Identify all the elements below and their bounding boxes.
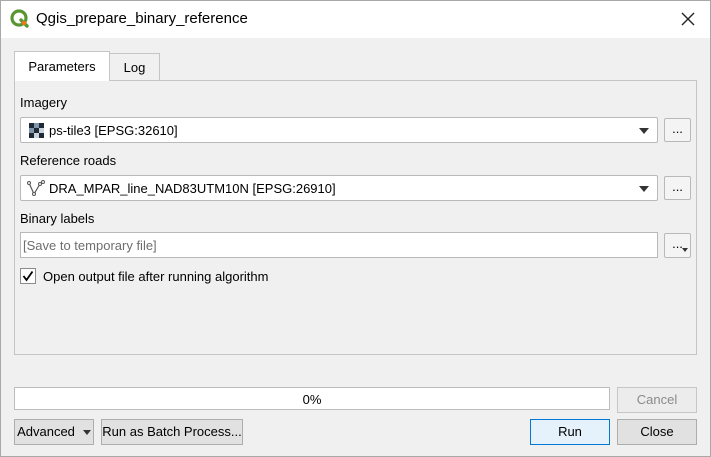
reference-roads-label: Reference roads: [20, 153, 117, 168]
checkmark-icon: [22, 270, 34, 282]
run-batch-button[interactable]: Run as Batch Process...: [101, 419, 243, 445]
line-layer-icon: [27, 180, 45, 196]
advanced-label: Advanced: [17, 424, 75, 439]
binary-labels-label: Binary labels: [20, 211, 95, 226]
dropdown-arrow-icon: [682, 248, 688, 252]
chevron-down-icon: [639, 186, 649, 192]
tab-log[interactable]: Log: [109, 53, 160, 81]
progress-text: 0%: [302, 392, 322, 407]
title-bar: Qgis_prepare_binary_reference: [0, 0, 711, 38]
progress-bar: 0%: [14, 387, 610, 410]
imagery-combobox[interactable]: ps-tile3 [EPSG:32610]: [20, 117, 658, 143]
raster-layer-icon: [29, 123, 44, 138]
open-output-checkbox[interactable]: [20, 268, 36, 284]
binary-labels-input[interactable]: [20, 232, 658, 258]
imagery-value: ps-tile3 [EPSG:32610]: [49, 123, 178, 138]
reference-roads-combobox[interactable]: DRA_MPAR_line_NAD83UTM10N [EPSG:26910]: [20, 175, 658, 201]
reference-roads-value: DRA_MPAR_line_NAD83UTM10N [EPSG:26910]: [49, 181, 336, 196]
qgis-logo-icon: [10, 9, 29, 28]
chevron-down-icon: [82, 430, 91, 436]
tab-parameters-label: Parameters: [28, 59, 96, 74]
cancel-button[interactable]: Cancel: [617, 387, 697, 413]
imagery-browse-button[interactable]: ...: [664, 118, 691, 142]
close-icon[interactable]: [678, 9, 698, 29]
chevron-down-icon: [639, 128, 649, 134]
binary-labels-browse-button[interactable]: ...: [664, 233, 691, 258]
close-button[interactable]: Close: [617, 419, 697, 445]
tab-parameters[interactable]: Parameters: [14, 51, 110, 81]
tab-log-label: Log: [123, 60, 146, 75]
open-output-label: Open output file after running algorithm: [43, 269, 269, 284]
run-button[interactable]: Run: [530, 419, 610, 445]
advanced-button[interactable]: Advanced: [14, 419, 94, 445]
imagery-label: Imagery: [20, 95, 67, 110]
reference-roads-browse-button[interactable]: ...: [664, 176, 691, 200]
window-title: Qgis_prepare_binary_reference: [36, 10, 248, 27]
